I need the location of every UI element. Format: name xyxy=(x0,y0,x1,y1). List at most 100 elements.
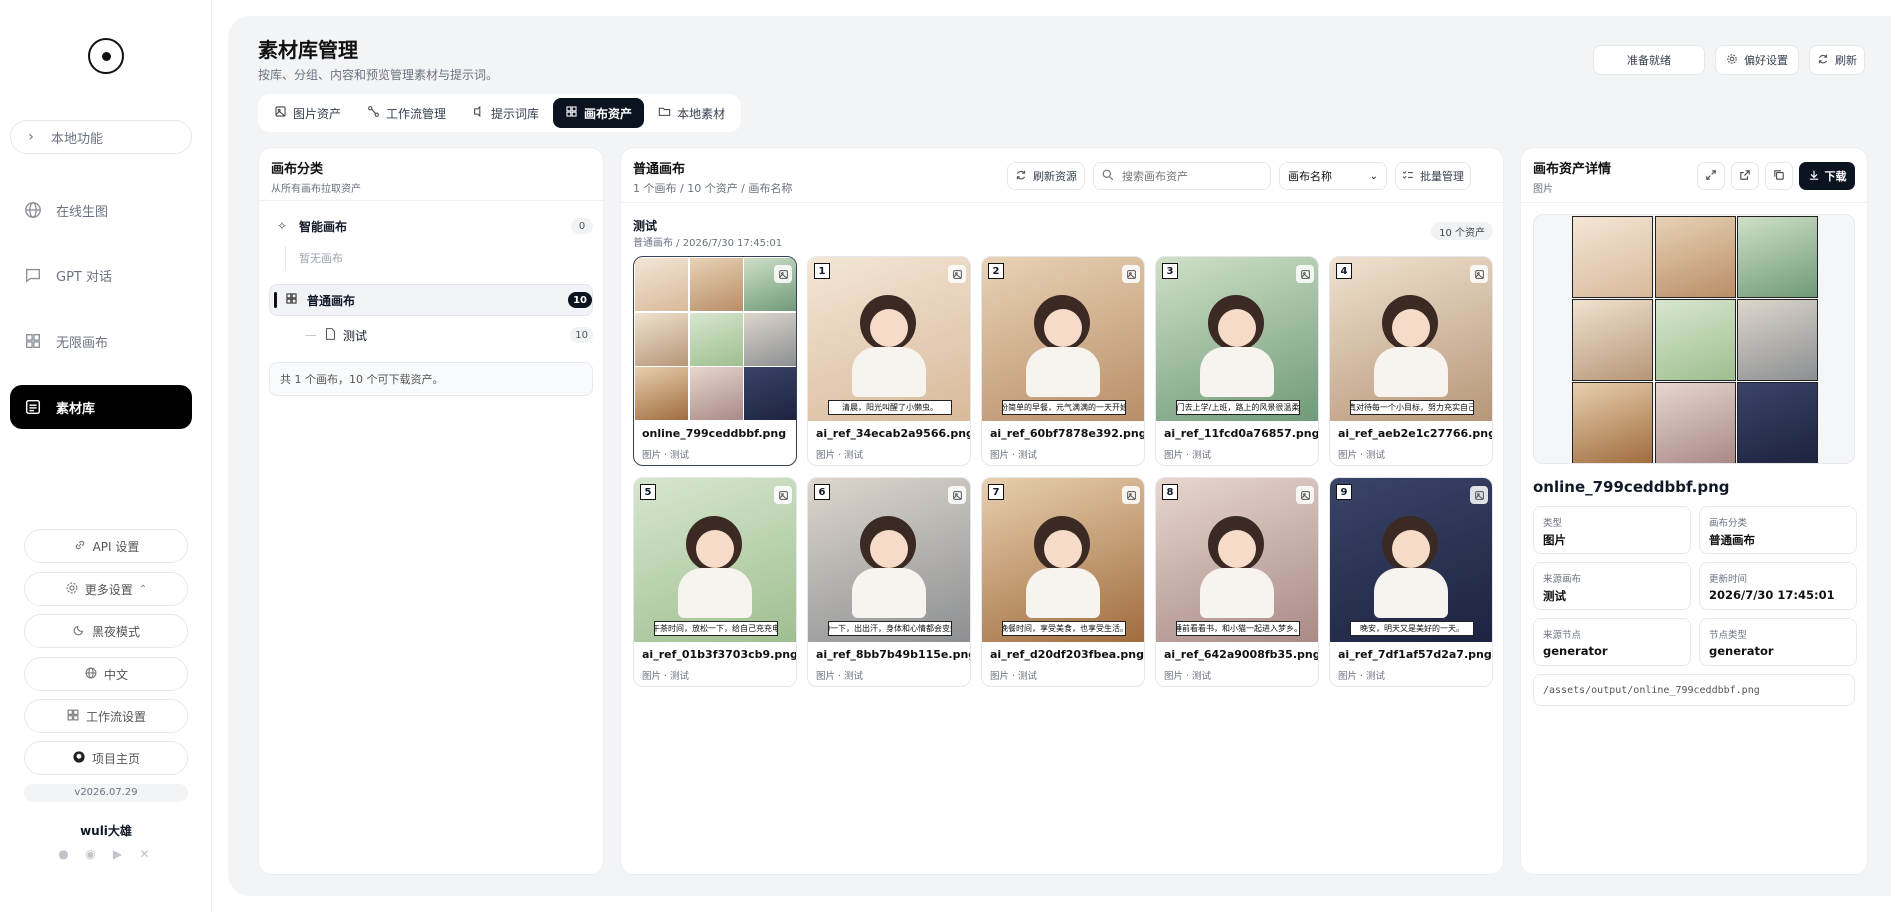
workflow-settings-button[interactable]: 工作流设置 xyxy=(24,699,188,733)
asset-thumbnail: 6 运动一下，出出汗，身体和心情都会变好。 xyxy=(808,478,970,642)
image-type-icon xyxy=(774,265,792,283)
preview-frame[interactable] xyxy=(1533,214,1855,464)
asset-card[interactable]: 6 运动一下，出出汗，身体和心情都会变好。 ai_ref_8bb7b49b115e.… xyxy=(807,477,971,687)
open-external-button[interactable] xyxy=(1731,162,1759,190)
link-icon xyxy=(73,538,87,555)
category-normal-canvas[interactable]: 普通画布 10 xyxy=(269,284,593,316)
more-settings-button[interactable]: 更多设置 ⌃ xyxy=(24,572,188,606)
panel-number: 9 xyxy=(1336,484,1352,500)
tab-prompts[interactable]: 提示词库 xyxy=(460,98,551,128)
assets-title: 普通画布 xyxy=(633,162,686,177)
divider xyxy=(1521,202,1867,203)
asset-path[interactable]: /assets/output/online_799ceddbbf.png xyxy=(1533,674,1855,706)
page-subtitle: 按库、分组、内容和预览管理素材与提示词。 xyxy=(258,68,499,82)
settings-label: 工作流设置 xyxy=(85,709,146,724)
youtube-icon[interactable]: ▶ xyxy=(110,846,125,861)
tab-image-assets[interactable]: 图片资产 xyxy=(262,98,353,128)
asset-card[interactable]: 3 出门去上学/上班，路上的风景很温柔。 ai_ref_11fcd0a76857.p… xyxy=(1155,256,1319,466)
x-icon[interactable]: ✕ xyxy=(137,846,152,861)
app-logo[interactable] xyxy=(88,38,124,74)
nav-infinite-canvas[interactable]: 无限画布 xyxy=(10,319,192,363)
panel-number: 3 xyxy=(1162,263,1178,279)
nav-gpt-chat[interactable]: GPT 对话 xyxy=(10,253,192,297)
field-key: 更新时间 xyxy=(1709,574,1748,585)
detail-panel: 画布资产详情 图片 下载 online_799ceddbbf.png 类型 图片 … xyxy=(1520,147,1868,875)
refresh-resources-button[interactable]: 刷新资源 xyxy=(1007,162,1085,190)
discord-icon[interactable]: ● xyxy=(56,846,71,861)
library-icon xyxy=(10,398,56,416)
category-label: 智能画布 xyxy=(299,219,348,234)
asset-card[interactable]: 1 清晨，阳光叫醒了小懒虫。 ai_ref_34ecab2a9566.png 图片 ·… xyxy=(807,256,971,466)
field-source-node: 来源节点 generator xyxy=(1533,618,1691,666)
image-type-icon xyxy=(774,486,792,504)
panel-caption: 下午茶时间，放松一下，给自己充充电。 xyxy=(654,621,778,636)
nav-online-generate[interactable]: 在线生图 xyxy=(10,188,192,232)
field-key: 类型 xyxy=(1543,518,1563,529)
local-features-button[interactable]: › 本地功能 xyxy=(10,120,192,154)
asset-card[interactable]: 8 睡前看看书，和小猫一起进入梦乡。 ai_ref_642a9008fb35.png… xyxy=(1155,477,1319,687)
download-label: 下载 xyxy=(1824,170,1847,183)
chevron-down-icon: ⌄ xyxy=(1369,170,1378,182)
category-smart-canvas[interactable]: ✧ 智能画布 0 xyxy=(269,211,593,241)
sidebar: › 本地功能 在线生图 GPT 对话 无限画布 素材库 API 设置 更多设置 … xyxy=(0,0,212,911)
language-button[interactable]: 中文 xyxy=(24,657,188,691)
tab-local-assets[interactable]: 本地素材 xyxy=(646,98,737,128)
field-key: 来源画布 xyxy=(1543,574,1582,585)
status-text: 准备就绪 xyxy=(1627,54,1671,67)
version-label: v2026.07.29 xyxy=(24,784,188,802)
asset-card[interactable]: 5 下午茶时间，放松一下，给自己充充电。 ai_ref_01b3f3703cb9.p… xyxy=(633,477,797,687)
category-count: 10 xyxy=(568,292,592,308)
gear-icon xyxy=(1726,53,1738,68)
asset-meta: 图片 · 测试 xyxy=(642,671,690,682)
api-settings-button[interactable]: API 设置 xyxy=(24,529,188,563)
sparkle-icon: ✧ xyxy=(277,219,288,233)
asset-thumbnail: 5 下午茶时间，放松一下，给自己充充电。 xyxy=(634,478,796,642)
preferences-button[interactable]: 偏好设置 xyxy=(1715,45,1799,75)
expand-button[interactable] xyxy=(1697,162,1725,190)
asset-thumbnail: 8 睡前看看书，和小猫一起进入梦乡。 xyxy=(1156,478,1318,642)
tab-bar: 图片资产 工作流管理 提示词库 画布资产 本地素材 xyxy=(258,94,742,132)
asset-card[interactable]: 7 晚餐时间，享受美食，也享受生活。 ai_ref_d20df203fbea.png… xyxy=(981,477,1145,687)
dark-mode-button[interactable]: 黑夜模式 xyxy=(24,614,188,648)
bilibili-icon[interactable]: ◉ xyxy=(83,846,98,861)
page-title: 素材库管理 xyxy=(258,38,358,62)
settings-label: API 设置 xyxy=(92,539,140,554)
asset-filename: ai_ref_11fcd0a76857.png xyxy=(1164,427,1319,440)
asset-filename: ai_ref_d20df203fbea.png xyxy=(990,648,1144,661)
category-summary: 共 1 个画布，10 个可下载资产。 xyxy=(269,362,593,396)
asset-thumbnail: 7 晚餐时间，享受美食，也享受生活。 xyxy=(982,478,1144,642)
copy-button[interactable] xyxy=(1765,162,1793,190)
workflow-icon xyxy=(367,105,380,121)
refresh-button[interactable]: 刷新 xyxy=(1809,45,1865,75)
category-label: 测试 xyxy=(343,328,368,343)
category-label: 普通画布 xyxy=(307,293,356,308)
asset-card[interactable]: 9 晚安，明天又是美好的一天。 ai_ref_7df1af57d2a7.png 图片 … xyxy=(1329,477,1493,687)
tab-label: 图片资产 xyxy=(293,106,342,121)
asset-meta: 图片 · 测试 xyxy=(816,450,864,461)
nav-label: 素材库 xyxy=(56,401,96,417)
refresh-icon xyxy=(1817,53,1829,68)
asset-card[interactable]: online_799ceddbbf.png 图片 · 测试 xyxy=(633,256,797,466)
download-button[interactable]: 下载 xyxy=(1799,162,1855,190)
asset-filename: ai_ref_aeb2e1c27766.png xyxy=(1338,427,1493,440)
search-input[interactable] xyxy=(1122,169,1262,183)
project-home-button[interactable]: 项目主页 xyxy=(24,741,188,775)
chat-icon xyxy=(10,266,56,284)
preview-image xyxy=(1571,215,1819,463)
panel-number: 5 xyxy=(640,484,656,500)
active-indicator xyxy=(274,292,277,308)
nav-library[interactable]: 素材库 xyxy=(10,385,192,429)
sort-select[interactable]: 画布名称 ⌄ xyxy=(1279,162,1387,190)
asset-card[interactable]: 2 做一份简单的早餐，元气满满的一天开始啦！ ai_ref_60bf7878e392… xyxy=(981,256,1145,466)
tab-canvas-assets[interactable]: 画布资产 xyxy=(553,98,645,128)
category-title: 画布分类 xyxy=(271,162,324,177)
nav-label: 无限画布 xyxy=(56,335,109,351)
grid-icon xyxy=(565,105,578,121)
chevron-up-icon: ⌃ xyxy=(138,583,148,595)
image-type-icon xyxy=(1296,486,1314,504)
tab-workflow[interactable]: 工作流管理 xyxy=(355,98,458,128)
asset-card[interactable]: 4 认真对待每一个小目标，努力充实自己。 ai_ref_aeb2e1c27766.p… xyxy=(1329,256,1493,466)
batch-manage-button[interactable]: 批量管理 xyxy=(1395,162,1471,190)
category-child-test[interactable]: — 测试 10 xyxy=(269,320,593,350)
panel-caption: 运动一下，出出汗，身体和心情都会变好。 xyxy=(828,621,952,636)
